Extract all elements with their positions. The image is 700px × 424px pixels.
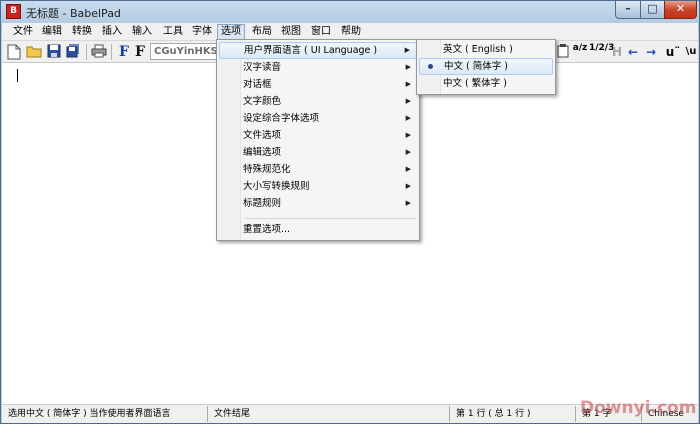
submenu-arrow-icon: ▶	[405, 80, 411, 88]
font-name-field[interactable]: CGuYinHKS	[150, 43, 222, 60]
menu-item-label: 用户界面语言 ( UI Language )	[244, 45, 378, 56]
menu-insert[interactable]: 插入	[99, 25, 125, 39]
title-bar[interactable]: B 无标题 - BabelPad – □ ✕	[1, 1, 699, 23]
menu-item-english[interactable]: 英文 ( English )	[419, 41, 553, 58]
menu-font[interactable]: 字体	[189, 25, 215, 39]
submenu-arrow-icon: ▶	[405, 182, 411, 190]
new-file-icon[interactable]	[6, 44, 22, 60]
close-button[interactable]: ✕	[664, 1, 697, 19]
menu-item-label: 标题规则	[243, 198, 282, 209]
status-line: 第 1 行 ( 总 1 行 )	[452, 406, 576, 422]
menu-item-label: 对话框	[243, 79, 272, 90]
menu-item-reset-options[interactable]: 重置选项...	[219, 221, 417, 238]
toolbar-separator	[86, 44, 87, 60]
save-all-icon[interactable]	[65, 44, 81, 60]
menu-item-title-rules[interactable]: 标题规则 ▶	[219, 195, 417, 212]
menu-item-label: 大小写转换规则	[243, 181, 310, 192]
menu-convert[interactable]: 转换	[69, 25, 95, 39]
menu-help[interactable]: 帮助	[338, 25, 364, 39]
submenu-arrow-icon: ▶	[405, 148, 411, 156]
menu-item-label: 汉字读音	[243, 62, 282, 73]
unicode-u-icon[interactable]: u¨	[665, 44, 681, 60]
menu-item-edit-options[interactable]: 编辑选项 ▶	[219, 144, 417, 161]
minimize-button[interactable]: –	[615, 1, 641, 19]
text-caret	[17, 69, 18, 82]
unicode-escape-icon[interactable]: \u	[683, 44, 699, 60]
clipboard-icon[interactable]	[555, 44, 571, 60]
options-menu: 用户界面语言 ( UI Language ) ▶ 汉字读音 ▶ 对话框 ▶ 文字…	[216, 39, 420, 241]
radio-selected-icon	[428, 64, 433, 69]
menu-item-label: 中文 ( 繁体字 )	[443, 78, 507, 89]
menu-item-label: 设定综合字体选项	[243, 113, 320, 124]
watermark: Downyi.com	[580, 398, 697, 418]
menu-separator	[245, 218, 416, 219]
submenu-arrow-icon: ▶	[405, 165, 411, 173]
heading-icon[interactable]: H	[609, 44, 625, 60]
menu-item-file-options[interactable]: 文件选项 ▶	[219, 127, 417, 144]
menu-item-composite-font[interactable]: 设定综合字体选项 ▶	[219, 110, 417, 127]
arrow-left-icon[interactable]: ←	[625, 44, 641, 60]
menu-file[interactable]: 文件	[10, 25, 36, 39]
menu-edit[interactable]: 编辑	[39, 25, 65, 39]
open-folder-icon[interactable]	[26, 44, 42, 60]
submenu-arrow-icon: ▶	[405, 114, 411, 122]
numbering-icon[interactable]: 1/2/3	[589, 44, 614, 60]
language-submenu: 英文 ( English ) 中文 ( 简体字 ) 中文 ( 繁体字 )	[416, 39, 556, 95]
toolbar-separator	[111, 44, 112, 60]
menu-item-normalization[interactable]: 特殊规范化 ▶	[219, 161, 417, 178]
menu-item-chinese-traditional[interactable]: 中文 ( 繁体字 )	[419, 75, 553, 92]
menu-item-label: 特殊规范化	[243, 164, 291, 175]
submenu-arrow-icon: ▶	[404, 46, 410, 54]
font-bold-icon[interactable]: F	[116, 44, 132, 60]
print-icon[interactable]	[91, 44, 107, 60]
menu-layout[interactable]: 布局	[249, 25, 275, 39]
maximize-button[interactable]: □	[640, 1, 665, 19]
menu-item-label: 编辑选项	[243, 147, 282, 158]
menu-item-label: 文件选项	[243, 130, 282, 141]
menu-item-ui-language[interactable]: 用户界面语言 ( UI Language ) ▶	[219, 42, 417, 59]
font-icon[interactable]: F	[132, 44, 148, 60]
menu-options[interactable]: 选项	[217, 24, 245, 40]
app-logo-icon[interactable]: B	[6, 4, 21, 19]
menu-view[interactable]: 视图	[278, 25, 304, 39]
status-hint: 选用中文 ( 简体字 ) 当作使用者界面语言	[4, 406, 208, 422]
arrow-right-icon[interactable]: →	[643, 44, 659, 60]
menu-window[interactable]: 窗口	[308, 25, 334, 39]
submenu-arrow-icon: ▶	[405, 199, 411, 207]
save-icon[interactable]	[46, 44, 62, 60]
sort-az-icon[interactable]: a/z	[572, 44, 588, 60]
submenu-arrow-icon: ▶	[405, 63, 411, 71]
menu-item-label: 重置选项...	[243, 224, 291, 235]
menu-item-label: 文字颜色	[243, 96, 282, 107]
window-title: 无标题 - BabelPad	[26, 7, 121, 20]
submenu-arrow-icon: ▶	[405, 97, 411, 105]
menu-item-dialogs[interactable]: 对话框 ▶	[219, 76, 417, 93]
menu-item-hanzi-reading[interactable]: 汉字读音 ▶	[219, 59, 417, 76]
menu-item-case-rules[interactable]: 大小写转换规则 ▶	[219, 178, 417, 195]
status-position: 文件结尾	[210, 406, 450, 422]
menu-tools[interactable]: 工具	[160, 25, 186, 39]
submenu-arrow-icon: ▶	[405, 131, 411, 139]
menu-item-chinese-simplified[interactable]: 中文 ( 简体字 )	[419, 58, 553, 75]
menu-item-text-color[interactable]: 文字颜色 ▶	[219, 93, 417, 110]
menu-item-label: 英文 ( English )	[443, 44, 513, 55]
menu-input[interactable]: 输入	[129, 25, 155, 39]
menu-item-label: 中文 ( 简体字 )	[444, 61, 508, 72]
